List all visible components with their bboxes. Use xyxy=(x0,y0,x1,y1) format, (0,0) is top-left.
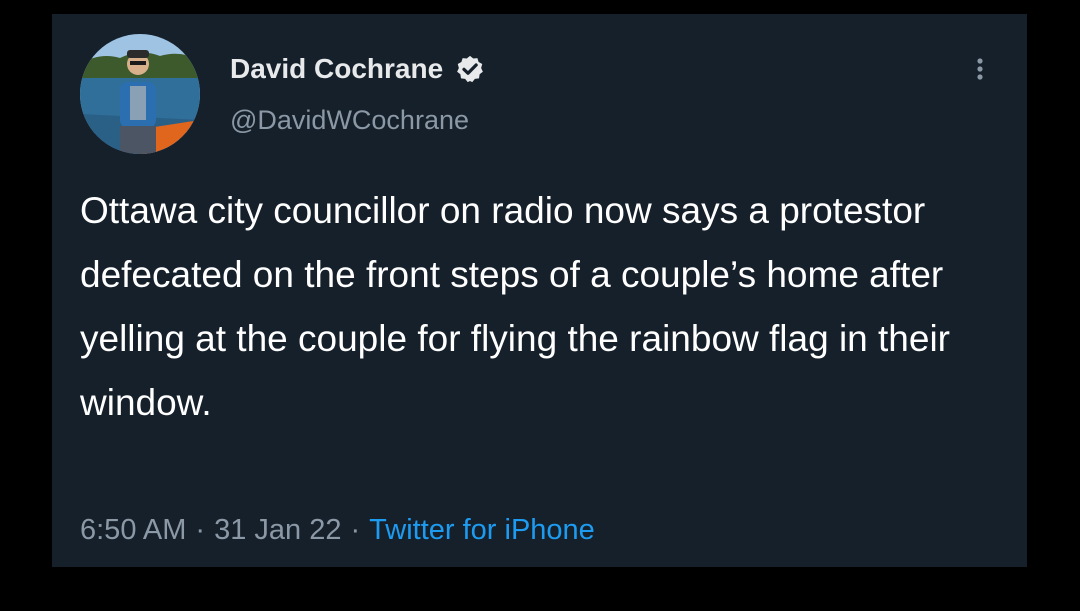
tweet-meta: 6:50 AM · 31 Jan 22 · Twitter for iPhone xyxy=(80,514,595,547)
avatar-photo xyxy=(80,34,200,154)
tweet-time[interactable]: 6:50 AM xyxy=(80,514,186,546)
author-row: David Cochrane xyxy=(230,52,485,86)
tweet-source-link[interactable]: Twitter for iPhone xyxy=(369,514,595,546)
display-name[interactable]: David Cochrane xyxy=(230,53,443,85)
tweet-card: David Cochrane @DavidWCochrane Ottawa ci… xyxy=(52,14,1027,567)
separator: · xyxy=(350,514,361,546)
handle[interactable]: @DavidWCochrane xyxy=(230,105,469,136)
separator: · xyxy=(195,514,206,546)
verified-badge-icon xyxy=(455,54,485,84)
more-vertical-icon[interactable] xyxy=(970,54,990,88)
avatar[interactable] xyxy=(80,34,200,154)
tweet-date[interactable]: 31 Jan 22 xyxy=(214,514,341,546)
tweet-text: Ottawa city councillor on radio now says… xyxy=(80,190,951,423)
